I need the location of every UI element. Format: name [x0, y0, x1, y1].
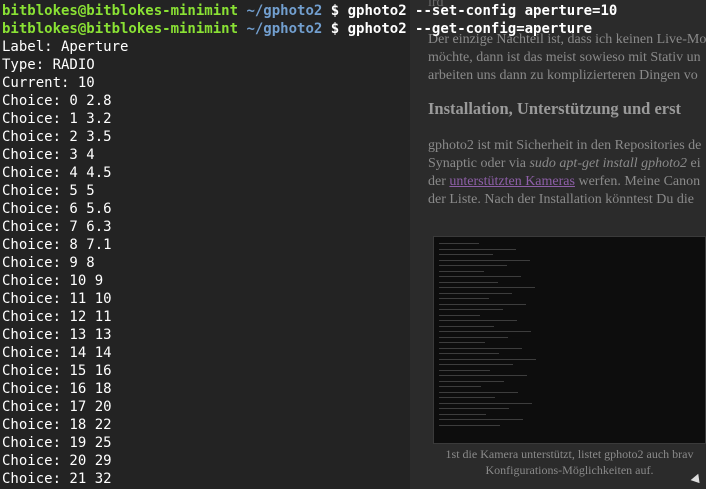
prompt-line: bitblokes@bitblokes-minimint ~/gphoto2 $…	[2, 2, 617, 20]
terminal-output-line: Choice: 14 14	[2, 345, 112, 361]
terminal-output-line: Choice: 20 29	[2, 453, 112, 469]
prompt-path: ~/gphoto2	[246, 21, 323, 37]
prompt-path: ~/gphoto2	[246, 3, 323, 19]
terminal-window[interactable]: bitblokes@bitblokes-minimint ~/gphoto2 $…	[0, 0, 706, 489]
prompt-user-host: bitblokes@bitblokes-minimint	[2, 21, 239, 37]
prompt-command: gphoto2 --get-config=aperture	[347, 21, 593, 37]
terminal-output-line: Choice: 15 16	[2, 363, 112, 379]
terminal-output-line: Choice: 7 6.3	[2, 219, 112, 235]
terminal-output-line: Choice: 5 5	[2, 183, 95, 199]
prompt-command: gphoto2 --set-config aperture=10	[347, 3, 618, 19]
terminal-output-line: Choice: 19 25	[2, 435, 112, 451]
terminal-output-line: Choice: 9 8	[2, 255, 95, 271]
terminal-output-line: Choice: 3 4	[2, 147, 95, 163]
terminal-output-line: Choice: 21 32	[2, 471, 112, 487]
prompt-symbol: $	[330, 3, 340, 19]
terminal-output-line: Choice: 1 3.2	[2, 111, 112, 127]
prompt-user-host: bitblokes@bitblokes-minimint	[2, 3, 239, 19]
terminal-output-line: Choice: 8 7.1	[2, 237, 112, 253]
terminal-output-line: Choice: 6 5.6	[2, 201, 112, 217]
terminal-output-line: Choice: 12 11	[2, 309, 112, 325]
terminal-output-line: Choice: 18 22	[2, 417, 112, 433]
prompt-line: bitblokes@bitblokes-minimint ~/gphoto2 $…	[2, 20, 592, 38]
terminal-output-line: Choice: 16 18	[2, 381, 112, 397]
terminal-output-line: Current: 10	[2, 75, 95, 91]
terminal-output-line: Choice: 2 3.5	[2, 129, 112, 145]
prompt-symbol: $	[330, 21, 340, 37]
terminal-output-line: Choice: 0 2.8	[2, 93, 112, 109]
terminal-output-line: Type: RADIO	[2, 57, 95, 73]
terminal-output-line: Choice: 4 4.5	[2, 165, 112, 181]
terminal-output-line: Choice: 11 10	[2, 291, 112, 307]
terminal-output-line: Label: Aperture	[2, 39, 129, 55]
terminal-output-line: Choice: 17 20	[2, 399, 112, 415]
terminal-output-line: Choice: 10 9	[2, 273, 104, 289]
terminal-output-line: Choice: 13 13	[2, 327, 112, 343]
